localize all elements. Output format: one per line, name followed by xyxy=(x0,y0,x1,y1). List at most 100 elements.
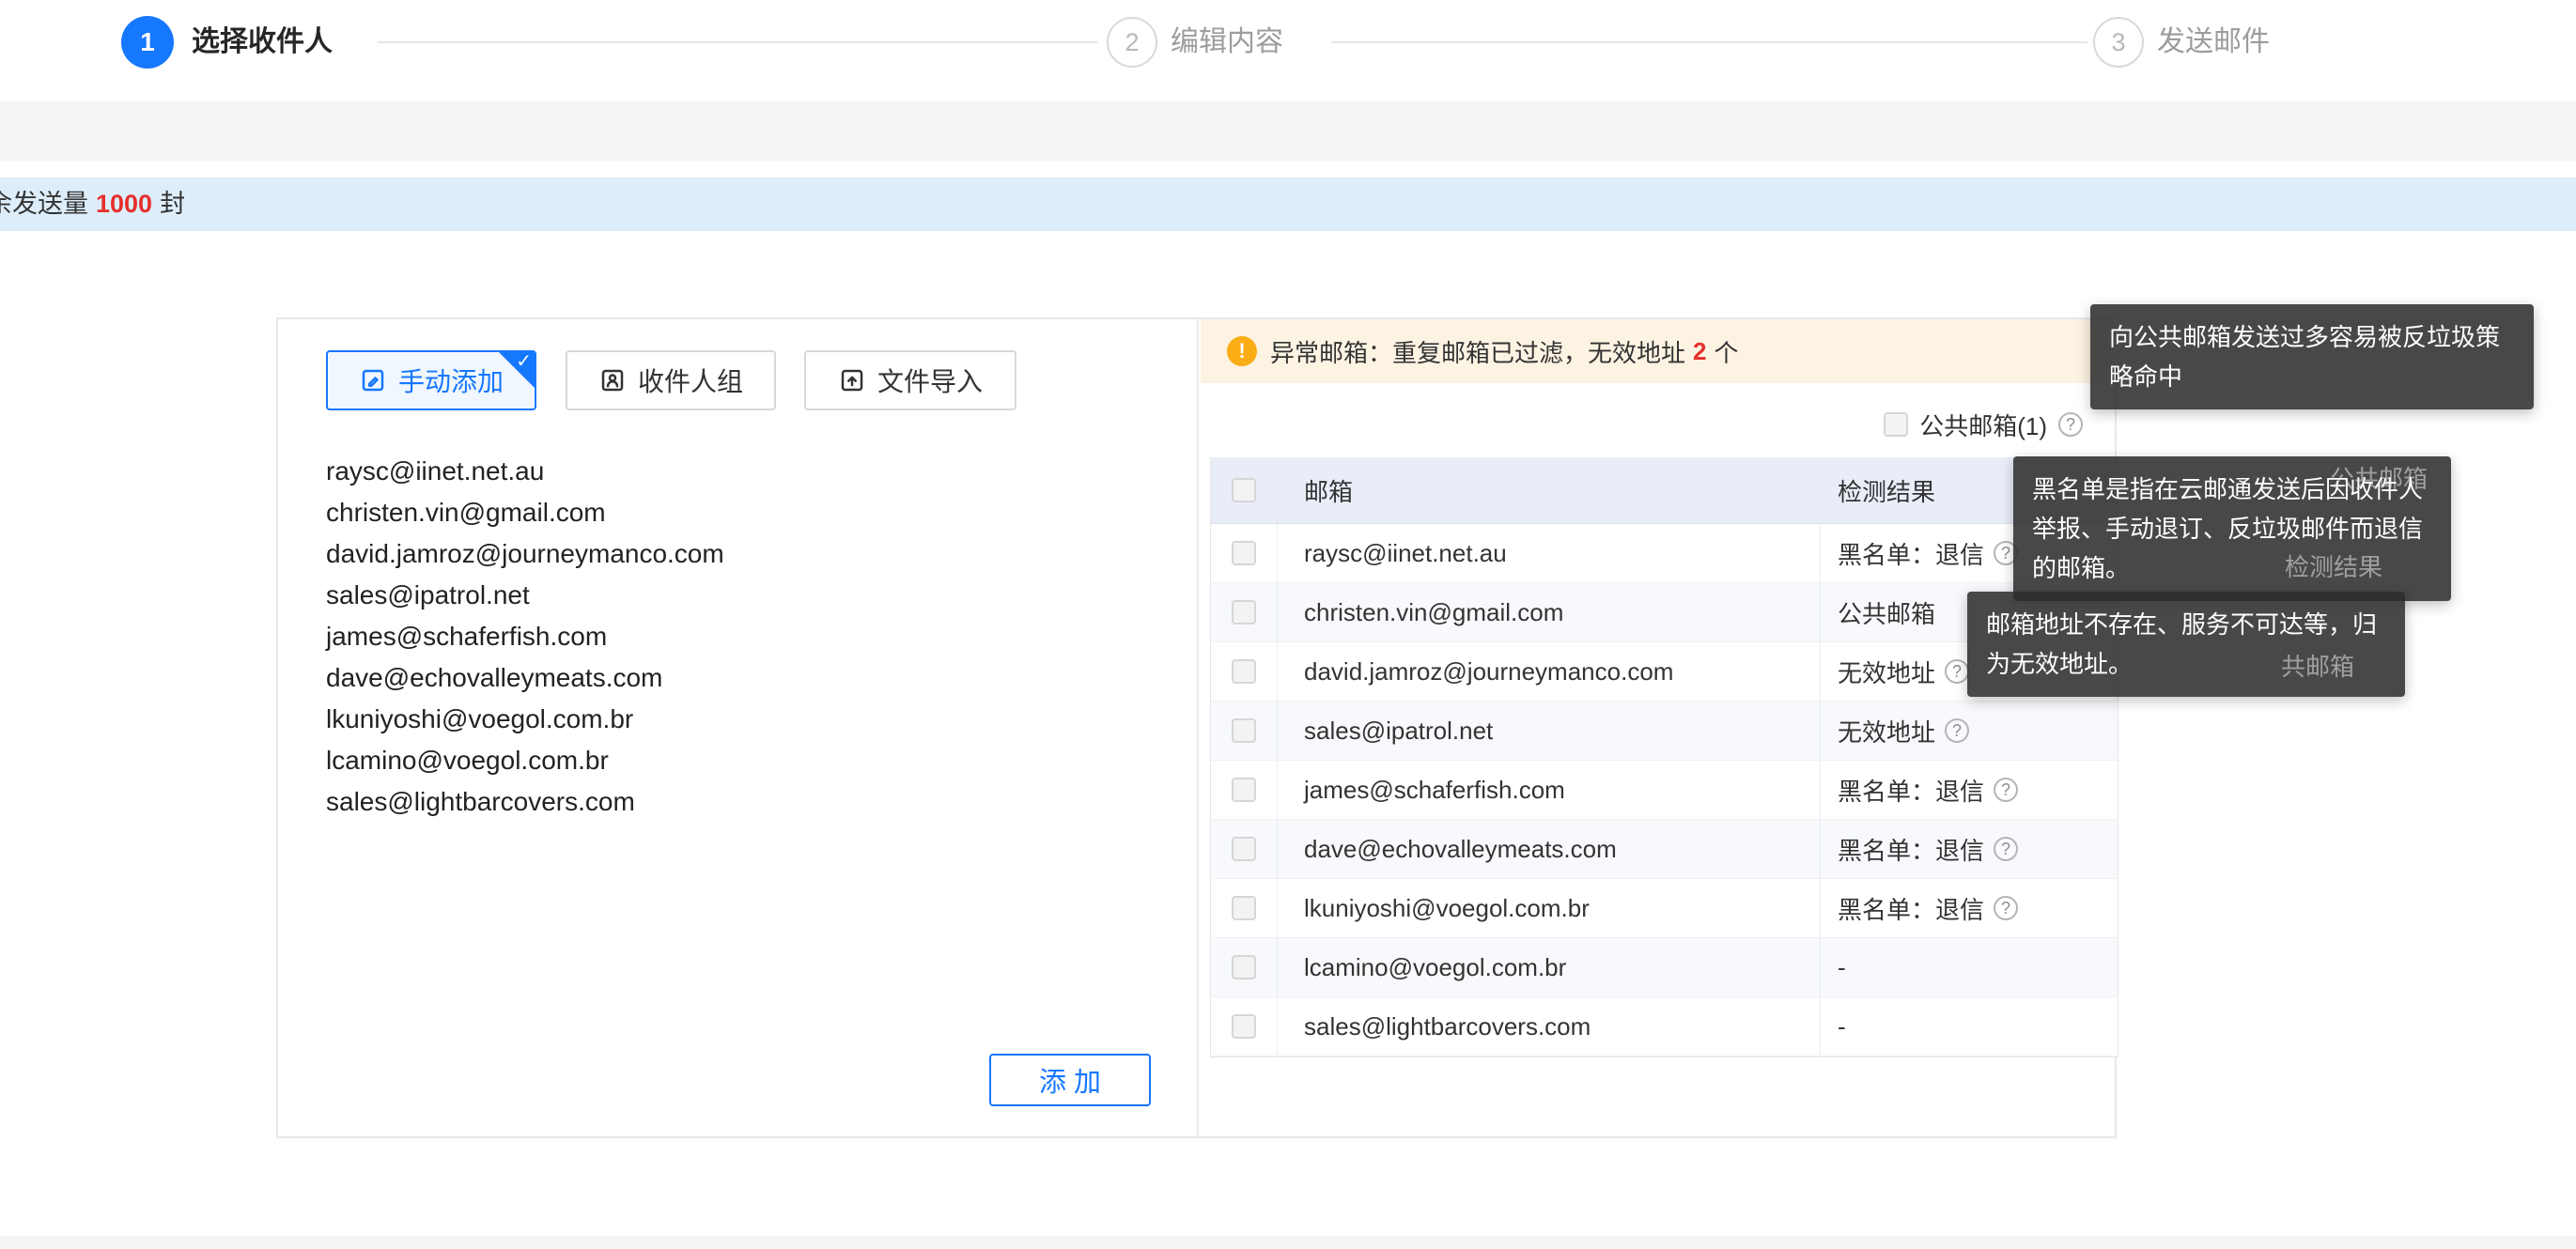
table-row: dave@echovalleymeats.com 黑名单：退信? xyxy=(1211,820,2118,879)
step-1-circle: 1 xyxy=(121,16,174,69)
row-checkbox[interactable] xyxy=(1232,718,1256,743)
select-all-cell xyxy=(1211,457,1278,523)
table-header: 邮箱 检测结果 xyxy=(1211,457,2118,524)
warning-suffix: 个 xyxy=(1714,334,1738,369)
row-email: sales@lightbarcovers.com xyxy=(1278,997,1821,1056)
row-result: - xyxy=(1838,1012,1846,1041)
row-email: david.jamroz@journeymanco.com xyxy=(1278,642,1821,701)
table-row: lcamino@voegol.com.br - xyxy=(1211,938,2118,997)
table-row: raysc@iinet.net.au 黑名单：退信? xyxy=(1211,524,2118,583)
result-help-icon[interactable]: ? xyxy=(1994,837,2018,861)
row-checkbox[interactable] xyxy=(1232,778,1256,802)
warning-text: 异常邮箱：重复邮箱已过滤，无效地址 xyxy=(1270,334,1685,369)
table-row: james@schaferfish.com 黑名单：退信? xyxy=(1211,761,2118,820)
row-email: dave@echovalleymeats.com xyxy=(1278,820,1821,878)
warning-count: 2 xyxy=(1693,337,1706,366)
tooltip-invalid-address: 邮箱地址不存在、服务不可达等，归为无效地址。 xyxy=(1967,592,2405,697)
row-email: raysc@iinet.net.au xyxy=(1278,524,1821,582)
tooltip-public-mailbox: 向公共邮箱发送过多容易被反垃圾策略命中 xyxy=(2090,304,2534,409)
step-2-circle: 2 xyxy=(1107,17,1157,68)
row-checkbox[interactable] xyxy=(1232,659,1256,684)
public-mailbox-help-icon[interactable]: ? xyxy=(2058,412,2083,437)
row-email: lcamino@voegol.com.br xyxy=(1278,938,1821,996)
warning-icon: ! xyxy=(1227,336,1257,366)
recipient-card: 手动添加 ✓ 收件人组 文件导入 raysc@iinet.net.au chri… xyxy=(276,317,2117,1138)
quota-count: 1000 xyxy=(96,190,152,218)
row-check-cell xyxy=(1211,938,1278,996)
row-result: - xyxy=(1838,953,1846,982)
email-line: lkuniyoshi@voegol.com.br xyxy=(326,699,1153,740)
row-checkbox[interactable] xyxy=(1232,541,1256,565)
row-email: christen.vin@gmail.com xyxy=(1278,583,1821,641)
select-all-checkbox[interactable] xyxy=(1232,478,1256,502)
row-check-cell xyxy=(1211,524,1278,582)
result-help-icon[interactable]: ? xyxy=(1994,778,2018,802)
row-email: james@schaferfish.com xyxy=(1278,761,1821,819)
table-row: lkuniyoshi@voegol.com.br 黑名单：退信? xyxy=(1211,879,2118,938)
abnormal-warning-bar: ! 异常邮箱：重复邮箱已过滤，无效地址 2 个 xyxy=(1201,319,2117,383)
result-help-icon[interactable]: ? xyxy=(1945,718,1969,743)
public-mailbox-label: 公共邮箱(1) xyxy=(1919,408,2047,442)
header-email: 邮箱 xyxy=(1278,457,1821,523)
row-result: 黑名单：退信 xyxy=(1838,773,1984,808)
step-3-circle: 3 xyxy=(2093,17,2144,68)
email-line: dave@echovalleymeats.com xyxy=(326,657,1153,699)
row-checkbox[interactable] xyxy=(1232,837,1256,861)
row-check-cell xyxy=(1211,820,1278,878)
public-mailbox-filter: 公共邮箱(1) ? xyxy=(1884,409,2083,439)
manual-add-icon xyxy=(359,366,387,394)
table-row: sales@lightbarcovers.com - xyxy=(1211,997,2118,1056)
email-line: sales@lightbarcovers.com xyxy=(326,781,1153,823)
email-line: lcamino@voegol.com.br xyxy=(326,740,1153,781)
email-line: sales@ipatrol.net xyxy=(326,575,1153,616)
email-line: david.jamroz@journeymanco.com xyxy=(326,533,1153,575)
email-line: raysc@iinet.net.au xyxy=(326,451,1153,492)
row-checkbox[interactable] xyxy=(1232,600,1256,624)
manual-email-input[interactable]: raysc@iinet.net.au christen.vin@gmail.co… xyxy=(326,451,1153,823)
row-email: lkuniyoshi@voegol.com.br xyxy=(1278,879,1821,937)
divider-band xyxy=(0,101,2576,161)
row-result: 黑名单：退信 xyxy=(1838,536,1984,571)
row-checkbox[interactable] xyxy=(1232,1014,1256,1039)
tab-manual-add-label: 手动添加 xyxy=(398,362,504,399)
add-button[interactable]: 添 加 xyxy=(989,1054,1151,1106)
row-result: 黑名单：退信 xyxy=(1838,891,1984,926)
email-line: christen.vin@gmail.com xyxy=(326,492,1153,533)
tab-manual-add[interactable]: 手动添加 ✓ xyxy=(326,350,536,410)
stepper: 1 选择收件人 2 编辑内容 3 发送邮件 xyxy=(0,0,2576,101)
bottom-strip xyxy=(0,1236,2576,1249)
tab-file-import[interactable]: 文件导入 xyxy=(804,350,1016,410)
row-checkbox[interactable] xyxy=(1232,955,1256,979)
row-check-cell xyxy=(1211,642,1278,701)
public-mailbox-checkbox[interactable] xyxy=(1884,412,1908,437)
row-check-cell xyxy=(1211,702,1278,760)
row-check-cell xyxy=(1211,761,1278,819)
tab-file-import-label: 文件导入 xyxy=(877,362,983,399)
result-help-icon[interactable]: ? xyxy=(1994,896,2018,920)
row-result: 无效地址 xyxy=(1838,655,1935,689)
row-check-cell xyxy=(1211,879,1278,937)
tooltip-blacklist: 黑名单是指在云邮通发送后因收件人举报、手动退订、反垃圾邮件而退信的邮箱。 xyxy=(2013,456,2451,601)
check-result-table: 邮箱 检测结果 raysc@iinet.net.au 黑名单：退信? chris… xyxy=(1210,457,2118,1057)
left-pane: 手动添加 ✓ 收件人组 文件导入 raysc@iinet.net.au chri… xyxy=(278,319,1199,1136)
check-icon: ✓ xyxy=(516,352,532,371)
row-result: 黑名单：退信 xyxy=(1838,832,1984,867)
step-1-label: 选择收件人 xyxy=(192,16,333,69)
step-line-2 xyxy=(1331,41,2087,43)
tab-recipient-group-label: 收件人组 xyxy=(638,362,743,399)
row-checkbox[interactable] xyxy=(1232,896,1256,920)
quota-suffix: 封 xyxy=(160,190,185,218)
quota-prefix: 余发送量 xyxy=(0,190,88,218)
recipient-group-icon xyxy=(598,366,627,394)
row-email: sales@ipatrol.net xyxy=(1278,702,1821,760)
step-1-number: 1 xyxy=(140,27,155,57)
right-pane: ! 异常邮箱：重复邮箱已过滤，无效地址 2 个 公共邮箱(1) ? 邮箱 检测结… xyxy=(1201,319,2117,1136)
email-line: james@schaferfish.com xyxy=(326,616,1153,657)
file-import-icon xyxy=(838,366,866,394)
step-3-label: 发送邮件 xyxy=(2157,16,2270,69)
step-3-number: 3 xyxy=(2111,28,2125,57)
result-help-icon[interactable]: ? xyxy=(1945,659,1969,684)
step-2-number: 2 xyxy=(1125,28,1139,57)
tab-recipient-group[interactable]: 收件人组 xyxy=(566,350,776,410)
row-check-cell xyxy=(1211,583,1278,641)
